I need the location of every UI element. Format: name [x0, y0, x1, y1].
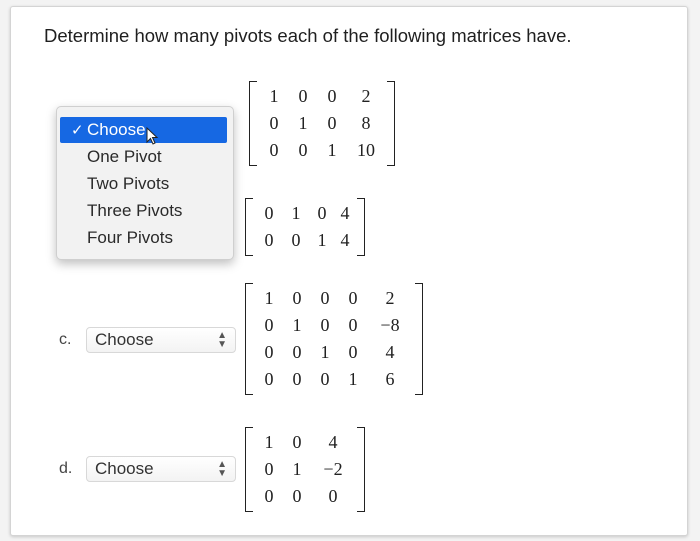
matrix-entry: 0: [348, 315, 358, 335]
select-c-value: Choose: [95, 330, 154, 349]
matrix-entry: 0: [292, 486, 302, 506]
matrix-entry: 0: [292, 342, 302, 362]
matrix-entry: 0: [298, 140, 308, 160]
matrix-b: 01040014: [245, 198, 365, 256]
select-d-value: Choose: [95, 459, 154, 478]
matrix-entry: 0: [291, 230, 301, 250]
matrix-entry: 0: [348, 288, 358, 308]
left-bracket: [245, 198, 253, 256]
matrix-entry: 0: [298, 86, 308, 106]
right-bracket: [415, 283, 423, 395]
matrix-entry: 0: [264, 203, 274, 223]
right-bracket: [357, 427, 365, 512]
matrix-a: 1 0 0 2 0 1 0 8 0 0 1 10: [249, 81, 395, 166]
matrix-entry: 0: [328, 486, 338, 506]
matrix-entry: 0: [292, 432, 302, 452]
matrix-entry: 0: [264, 230, 274, 250]
matrix-row: 0 0 1 10: [259, 137, 385, 164]
matrix-row: 00016: [255, 366, 413, 393]
matrix-entry: 0: [264, 342, 274, 362]
matrix-entry: 1: [292, 459, 302, 479]
matrix-entry: 0: [327, 113, 337, 133]
matrix-entry: 0: [320, 315, 330, 335]
matrix-entry: 10: [357, 140, 375, 160]
matrix-entry: 0: [327, 86, 337, 106]
matrix-entry: 1: [264, 288, 274, 308]
checkmark-icon: ✓: [71, 122, 84, 139]
matrix-entry: 0: [320, 369, 330, 389]
matrix-entry: 0: [264, 315, 274, 335]
matrix-entry: 1: [291, 203, 301, 223]
item-d-label: d.: [59, 460, 73, 477]
updown-arrows-icon: ▲ ▼: [217, 330, 227, 350]
matrix-entry: 0: [292, 288, 302, 308]
matrix-entry: 0: [264, 486, 274, 506]
matrix-d: 1 0 4 0 1 −2 0 0 0: [245, 427, 365, 512]
matrix-row: 0014: [255, 227, 355, 254]
matrix-row: 1002: [259, 83, 385, 110]
matrix-entry: 8: [361, 113, 371, 133]
left-bracket: [249, 81, 257, 166]
matrix-entry: 4: [340, 203, 350, 223]
matrix-entry: 0: [292, 369, 302, 389]
dropdown-option-choose[interactable]: ✓ Choose: [60, 117, 227, 143]
matrix-entry: 0: [320, 288, 330, 308]
matrix-entry: 0: [348, 342, 358, 362]
matrix-row: 0 1 −2: [255, 456, 355, 483]
matrix-entry: 1: [320, 342, 330, 362]
left-bracket: [245, 283, 253, 395]
matrix-row: 10002: [255, 285, 413, 312]
matrix-entry: 1: [292, 315, 302, 335]
matrix-entry: 4: [385, 342, 395, 362]
dropdown-option-three-pivots[interactable]: Three Pivots: [57, 198, 233, 224]
matrix-c: 1 0 0 0 2 0 1 0 0 −8 0 0 1 0 4 0 0 0 1 6: [245, 283, 423, 395]
matrix-entry: 4: [340, 230, 350, 250]
matrix-entry: 6: [385, 369, 395, 389]
matrix-entry: 0: [269, 113, 279, 133]
matrix-row: 0104: [255, 200, 355, 227]
matrix-entry: 2: [385, 288, 395, 308]
select-d[interactable]: Choose ▲ ▼: [86, 456, 236, 482]
dropdown-option-two-pivots[interactable]: Two Pivots: [57, 171, 233, 197]
matrix-entry: −8: [380, 315, 400, 335]
mouse-pointer-icon: [146, 127, 159, 145]
matrix-entry: 1: [269, 86, 279, 106]
dropdown-option-four-pivots[interactable]: Four Pivots: [57, 225, 233, 251]
matrix-entry: 1: [264, 432, 274, 452]
right-bracket: [387, 81, 395, 166]
matrix-entry: 0: [269, 140, 279, 160]
matrix-entry: 4: [328, 432, 338, 452]
dropdown-option-one-pivot[interactable]: One Pivot: [57, 144, 233, 170]
matrix-row: 0 1 0 0 −8: [255, 312, 413, 339]
matrix-row: 10 4: [255, 429, 355, 456]
matrix-entry: −2: [323, 459, 343, 479]
matrix-row: 010 8: [259, 110, 385, 137]
left-bracket: [245, 427, 253, 512]
matrix-entry: 0: [317, 203, 327, 223]
matrix-entry: 1: [298, 113, 308, 133]
right-bracket: [357, 198, 365, 256]
matrix-entry: 0: [264, 369, 274, 389]
matrix-row: 00104: [255, 339, 413, 366]
matrix-entry: 1: [348, 369, 358, 389]
pivot-dropdown-menu: ✓ Choose One Pivot Two Pivots Three Pivot…: [56, 106, 234, 260]
matrix-entry: 1: [327, 140, 337, 160]
matrix-entry: 2: [361, 86, 371, 106]
question-text: Determine how many pivots each of the fo…: [44, 25, 572, 46]
matrix-entry: 0: [264, 459, 274, 479]
updown-arrows-icon: ▲ ▼: [217, 459, 227, 479]
select-c[interactable]: Choose ▲ ▼: [86, 327, 236, 353]
item-c-label: c.: [59, 331, 72, 348]
question-panel: Determine how many pivots each of the fo…: [10, 6, 688, 536]
matrix-row: 000: [255, 483, 355, 510]
matrix-entry: 1: [317, 230, 327, 250]
